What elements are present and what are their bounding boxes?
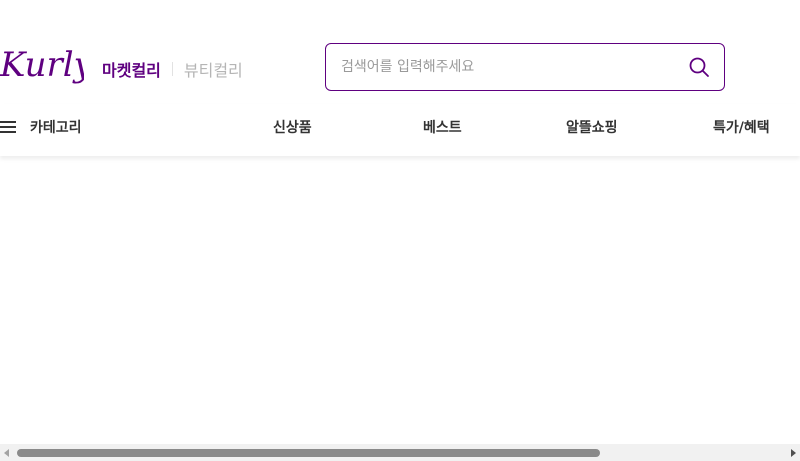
- kurly-page: Kurly 마켓컬리 뷰티컬리 카테고리 신상품 베스트 알뜰쇼핑 특가/혜택: [0, 0, 800, 461]
- kurly-logo-mark: Kurly: [0, 45, 84, 85]
- global-navigation: 카테고리 신상품 베스트 알뜰쇼핑 특가/혜택: [0, 104, 800, 156]
- nav-item-saving[interactable]: 알뜰쇼핑: [566, 117, 618, 137]
- horizontal-scrollbar[interactable]: [0, 444, 800, 461]
- kurly-logo[interactable]: Kurly: [0, 44, 84, 90]
- nav-item-best[interactable]: 베스트: [423, 117, 462, 137]
- nav-item-special[interactable]: 특가/혜택: [713, 117, 770, 137]
- category-menu[interactable]: 카테고리: [0, 117, 82, 137]
- category-label: 카테고리: [30, 120, 82, 136]
- tab-beauty-kurly[interactable]: 뷰티컬리: [184, 57, 243, 81]
- search-box: [325, 43, 725, 91]
- nav-item-new[interactable]: 신상품: [273, 117, 312, 137]
- tab-market-kurly[interactable]: 마켓컬리: [102, 57, 161, 81]
- hamburger-icon: [0, 120, 16, 134]
- search-button[interactable]: [684, 52, 714, 82]
- scroll-left-arrow-icon[interactable]: [4, 449, 9, 457]
- service-tabs: 마켓컬리 뷰티컬리: [102, 57, 243, 81]
- scrollbar-thumb[interactable]: [17, 449, 600, 457]
- search-input[interactable]: [341, 59, 684, 75]
- search-icon: [689, 57, 709, 77]
- svg-text:Kurly: Kurly: [0, 45, 84, 85]
- tab-divider: [171, 62, 173, 76]
- scroll-right-arrow-icon[interactable]: [791, 449, 796, 457]
